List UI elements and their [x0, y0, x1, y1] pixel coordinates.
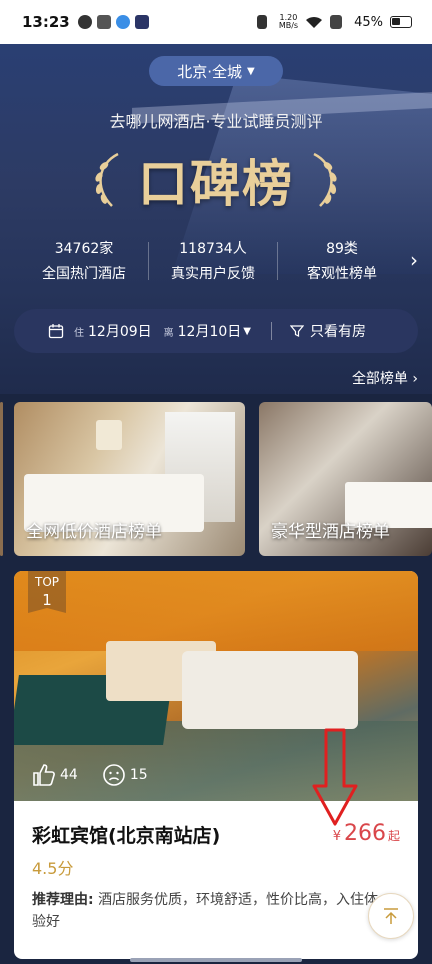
stat-label: 客观性榜单 [307, 266, 377, 282]
all-lists-label: 全部榜单 [351, 371, 408, 387]
rank-badge: TOP 1 [28, 571, 66, 613]
recommend-reason: 推荐理由: 酒店服务优质，环境舒适，性价比高，入住体验好 [32, 889, 392, 933]
hotel-score: 4.5分 [32, 859, 74, 878]
back-to-top-button[interactable] [368, 893, 414, 939]
stat-label: 全国热门酒店 [42, 266, 126, 282]
caret-down-icon: ▼ [243, 325, 251, 337]
calendar-icon [48, 324, 64, 339]
arrow-up-icon [384, 908, 398, 924]
rank-number: 1 [42, 591, 52, 609]
checkin-date[interactable]: 12月09日 [88, 321, 152, 341]
photo-curtain [14, 571, 418, 651]
price-currency: ¥ [332, 829, 341, 844]
caret-down-icon: ▼ [247, 65, 255, 77]
laurel-left-icon [95, 152, 119, 207]
vibrate-icon [256, 15, 267, 29]
chevron-right-icon[interactable]: › [410, 248, 418, 272]
qq-icon [115, 15, 130, 29]
all-lists-link[interactable]: 全部榜单 › [352, 368, 418, 388]
battery-percent: 45% [354, 14, 383, 30]
stat-number: 118734人 [179, 241, 247, 257]
stats-row: 34762家 全国热门酒店 118734人 真实用户反馈 89类 客观性榜单 [0, 238, 432, 284]
hero-subtitle: 去哪儿网酒店·专业试睡员测评 [109, 112, 323, 131]
photo-sofa [182, 651, 358, 729]
category-label: 全网低价酒店榜单 [26, 522, 162, 542]
category-label: 豪华型酒店榜单 [271, 522, 390, 542]
crown-icon [96, 15, 111, 29]
wifi-icon [306, 16, 323, 28]
likes-count: 44 [60, 767, 78, 783]
home-indicator[interactable] [130, 958, 302, 962]
title-text: 口碑榜 [138, 155, 294, 213]
chevron-right-icon: › [412, 371, 418, 387]
room-lamp-image [96, 420, 122, 450]
category-card-budget[interactable]: 全网低价酒店榜单 [14, 402, 245, 556]
category-card-partial[interactable] [0, 402, 3, 556]
hotel-name[interactable]: 彩虹宾馆(北京南站店) [32, 821, 220, 848]
stat-number: 34762家 [54, 241, 114, 257]
available-only-filter[interactable]: 只看有房 [310, 321, 366, 341]
reason-label: 推荐理由: [32, 892, 94, 908]
page-title: 口碑榜 [0, 145, 432, 215]
thumbs-up-icon[interactable] [32, 763, 56, 787]
checkout-date[interactable]: 12月10日 [178, 321, 242, 341]
battery-icon [390, 16, 412, 28]
status-bar: 13:23 1.20 MB/s 45% [0, 0, 432, 44]
filter-icon [289, 325, 304, 337]
stat-hotels: 34762家 全国热门酒店 [20, 238, 148, 283]
date-filter-bar[interactable]: 住 12月09日 离 12月10日 ▼ 只看有房 [14, 309, 418, 353]
network-speed: 1.20 MB/s [278, 13, 299, 30]
play-icon [134, 15, 149, 29]
dislikes-count: 15 [129, 767, 148, 783]
price-suffix: 起 [387, 829, 400, 843]
checkout-tag: 离 [163, 327, 174, 339]
reactions: 44 15 [32, 763, 148, 787]
rank-badge-label: TOP [34, 575, 59, 589]
status-time: 13:23 [22, 13, 70, 31]
divider [270, 322, 272, 340]
checkin-tag: 住 [74, 327, 84, 339]
app-notification-icon [77, 15, 92, 29]
stat-users: 118734人 真实用户反馈 [149, 238, 277, 283]
stat-lists: 89类 客观性榜单 [278, 238, 406, 283]
sim-icon [330, 15, 343, 29]
sad-face-icon[interactable] [102, 763, 126, 787]
laurel-right-icon [313, 152, 337, 207]
category-card-luxury[interactable]: 豪华型酒店榜单 [259, 402, 432, 556]
stat-number: 89类 [326, 241, 358, 257]
city-label: 北京·全城 [177, 62, 243, 81]
red-arrow-annotation [312, 728, 358, 826]
stat-label: 真实用户反馈 [171, 266, 255, 282]
city-selector[interactable]: 北京·全城 ▼ [149, 56, 283, 86]
